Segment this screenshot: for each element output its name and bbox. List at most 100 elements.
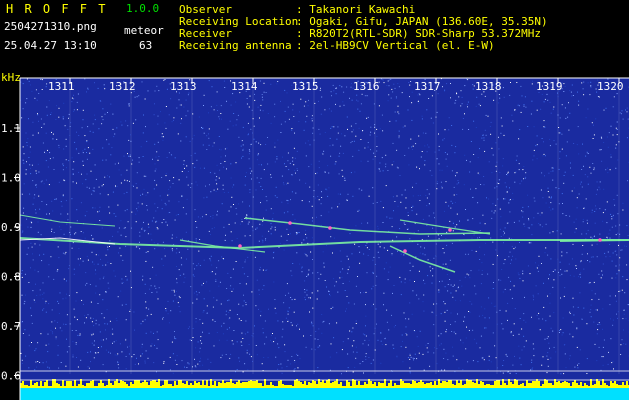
noise-dot [306,255,308,257]
noise-dot [449,279,451,280]
noise-dot [323,150,325,152]
noise-dot [249,95,251,97]
noise-dot [168,193,170,195]
noise-dot [311,118,313,120]
noise-dot [209,258,211,260]
noise-dot [606,201,608,203]
noise-dot [326,286,327,288]
level-spike [246,382,248,388]
noise-dot [50,329,52,331]
noise-dot [251,291,253,293]
level-spike [462,385,464,388]
noise-dot [341,86,343,88]
level-spike [130,382,132,388]
noise-dot [587,253,588,255]
noise-dot [571,190,573,192]
noise-dot [71,247,73,249]
noise-dot [36,99,38,101]
level-spike [234,384,236,388]
noise-dot [404,282,406,284]
noise-dot [483,139,485,141]
noise-dot [215,179,217,181]
noise-dot [462,128,464,130]
noise-dot [173,289,175,291]
level-spike [168,384,170,388]
noise-dot [583,268,585,270]
noise-dot [156,85,158,87]
noise-dot [612,134,614,136]
noise-dot [545,202,547,204]
noise-dot [596,243,598,245]
noise-dot [366,117,368,119]
noise-dot [349,330,351,332]
noise-dot [447,284,449,285]
noise-dot [433,212,435,214]
noise-dot [82,150,84,152]
noise-dot [32,180,34,182]
noise-dot [35,209,36,211]
app-title: H R O F F T [6,2,108,16]
level-spike [198,382,200,388]
noise-dot [354,366,356,368]
noise-dot [397,205,399,207]
noise-dot [292,160,294,162]
noise-dot [444,129,446,131]
noise-dot [47,149,48,151]
noise-dot [219,118,220,120]
noise-dot [370,149,371,151]
noise-dot [256,279,258,281]
noise-dot [541,212,543,214]
noise-dot [100,258,101,260]
noise-dot [311,237,313,239]
level-spike [592,385,594,388]
noise-dot [451,170,453,172]
noise-dot [368,249,370,250]
noise-dot [537,212,539,214]
noise-dot [561,255,563,257]
noise-dot [324,280,326,281]
noise-dot [532,367,534,369]
noise-dot [108,351,110,353]
noise-dot [105,291,106,293]
noise-dot [455,290,457,292]
noise-dot [602,356,604,358]
noise-dot [316,298,318,300]
noise-dot [352,351,354,353]
level-spike [588,386,590,388]
noise-dot [109,212,111,214]
noise-dot [92,148,94,150]
noise-dot [22,333,24,334]
noise-dot [389,120,391,122]
noise-dot [221,203,223,205]
noise-dot [244,184,246,186]
noise-dot [558,203,560,205]
noise-dot [41,89,43,90]
noise-dot [525,176,527,178]
noise-dot [578,153,580,155]
noise-dot [547,365,549,367]
noise-dot [602,220,604,222]
noise-dot [527,227,529,229]
noise-dot [547,295,548,297]
noise-dot [390,97,392,99]
noise-dot [164,255,166,257]
noise-dot [411,102,413,104]
level-spike [454,385,456,388]
noise-dot [533,299,534,301]
noise-dot [542,155,544,157]
noise-dot [418,102,420,104]
noise-dot [451,242,453,244]
noise-dot [380,362,382,364]
noise-dot [538,318,540,320]
noise-dot [372,359,374,361]
noise-dot [582,221,584,223]
noise-dot [347,128,348,130]
noise-dot [483,359,485,361]
noise-dot [478,103,480,105]
noise-dot [116,185,118,187]
noise-dot [53,232,55,233]
level-spike [538,381,540,388]
noise-dot [174,337,176,339]
noise-dot [46,213,48,215]
noise-dot [521,349,523,351]
